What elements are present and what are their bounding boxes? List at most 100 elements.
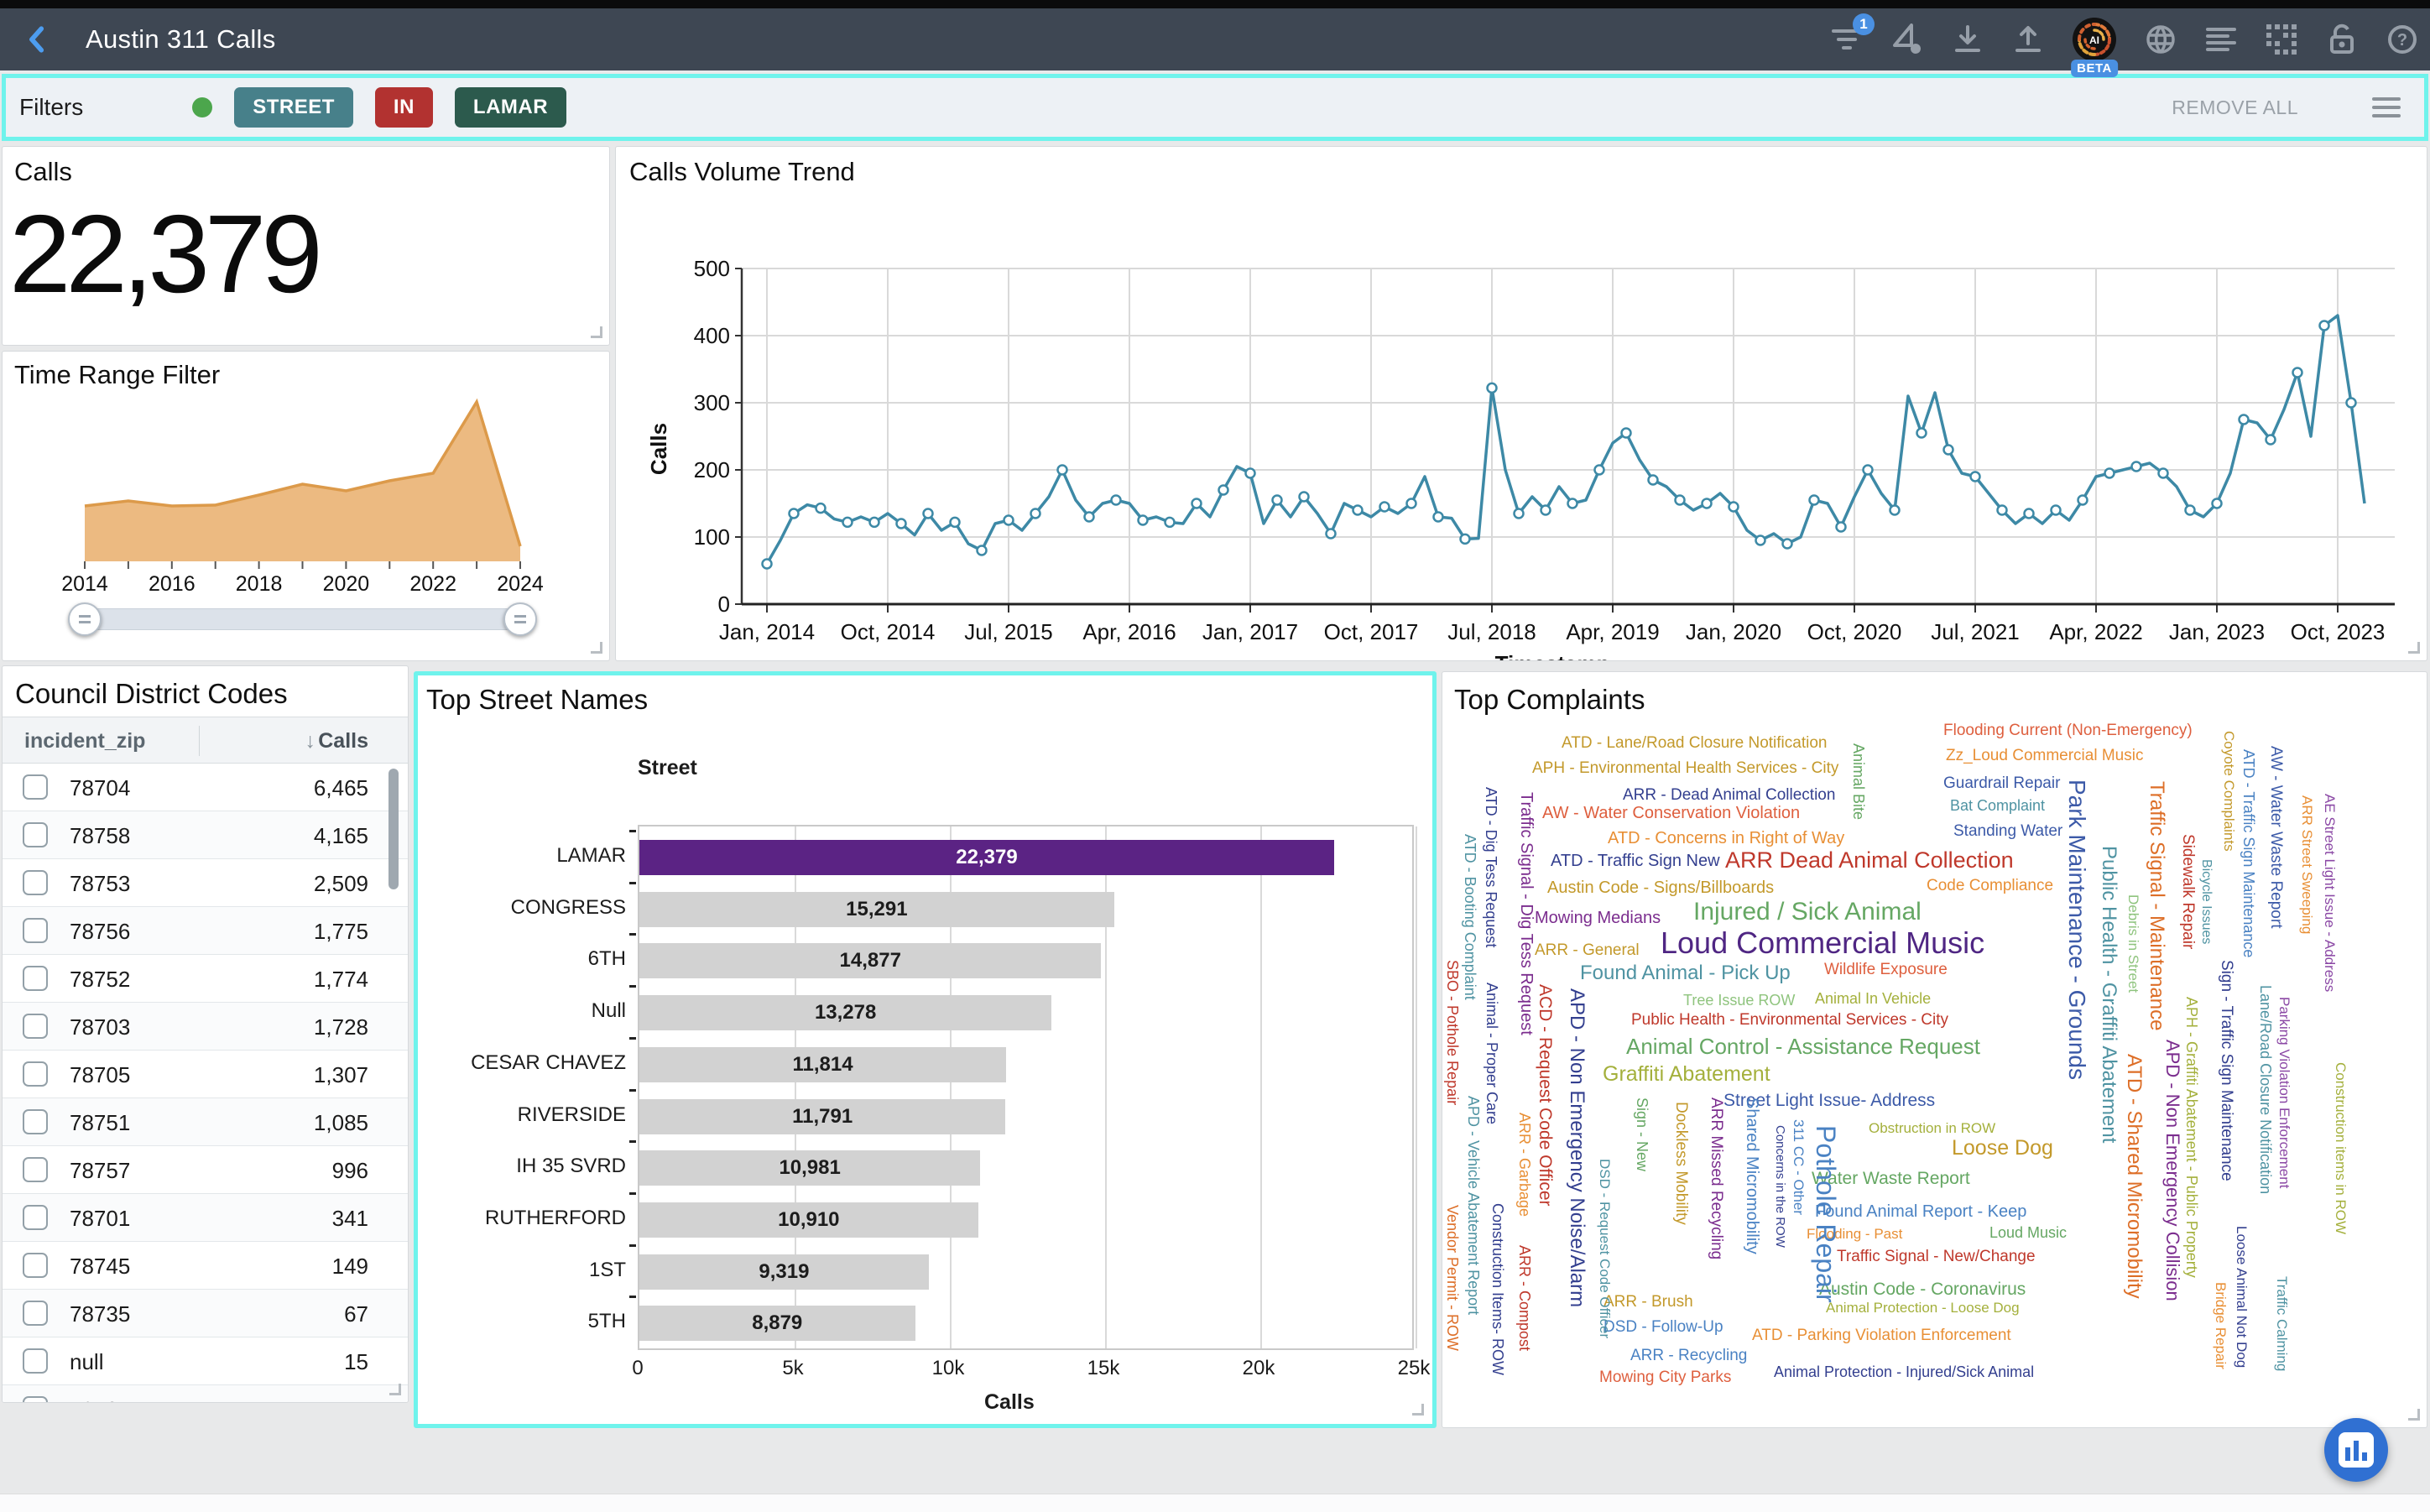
table-row[interactable]: 78701341	[3, 1194, 408, 1242]
download-icon[interactable]	[1952, 23, 1984, 55]
complaint-word[interactable]: Animal In Vehicle	[1815, 991, 1931, 1006]
complaint-word[interactable]: Coyote Complaints	[2222, 731, 2236, 852]
complaint-word[interactable]: Loose Animal Not Dog	[2234, 1226, 2249, 1368]
complaint-word[interactable]: ATD - Concerns in Right of Way	[1608, 830, 1844, 847]
complaint-word[interactable]: Parking Violation Enforcement	[2277, 997, 2292, 1188]
filter-chip-column[interactable]: STREET	[234, 87, 353, 128]
table-row[interactable]: 787584,165	[3, 811, 408, 859]
complaint-word[interactable]: ATD - Shared Micromobility	[2124, 1054, 2144, 1299]
complaint-word[interactable]: Sign - New	[1635, 1098, 1650, 1171]
ai-assistant-icon[interactable]: AI BETA	[2073, 18, 2116, 61]
table-row[interactable]: 787532,509	[3, 859, 408, 907]
complaint-word[interactable]: ATD - Dig Tess Request	[1484, 787, 1499, 947]
complaint-word[interactable]: Animal Protection - Injured/Sick Animal	[1774, 1364, 2034, 1379]
row-checkbox[interactable]	[23, 1301, 48, 1326]
slider-track[interactable]	[85, 608, 520, 630]
complaint-word[interactable]: APD - Non Emergency Noise/Alarm	[1567, 988, 1587, 1307]
complaint-word[interactable]: Public Health - Graffiti Abatement	[2099, 846, 2119, 1143]
complaint-word[interactable]: ARR Street Sweeping	[2300, 795, 2314, 934]
complaint-word[interactable]: ARR - Dead Animal Collection	[1623, 787, 1835, 803]
complaint-word[interactable]: ATD - Traffic Sign New	[1551, 852, 1720, 869]
complaint-word[interactable]: Obstruction in ROW	[1869, 1121, 1995, 1135]
complaint-word[interactable]: Zz_Loud Commercial Music	[1946, 748, 2143, 764]
complaint-word[interactable]: Loud Music	[1989, 1225, 2067, 1240]
filterbar-menu-icon[interactable]	[2372, 92, 2401, 123]
table-row[interactable]: 787561,775	[3, 907, 408, 955]
lock-icon[interactable]	[2326, 23, 2358, 55]
complaint-word[interactable]: Construction Items- ROW	[1490, 1203, 1505, 1375]
resize-handle[interactable]	[389, 1384, 401, 1395]
row-checkbox[interactable]	[23, 1396, 48, 1403]
complaint-word[interactable]: APH - Environmental Health Services - Ci…	[1532, 760, 1838, 776]
complaint-word[interactable]: ARR - Brush	[1603, 1294, 1693, 1310]
trend-line-chart[interactable]: 0100200300400500Jan, 2014Oct, 2014Jul, 2…	[616, 147, 2427, 661]
complaint-word[interactable]: Flooding Current (Non-Emergency)	[1943, 722, 2193, 738]
table-scrollbar[interactable]	[388, 769, 399, 889]
table-row[interactable]: 787521,774	[3, 955, 408, 1003]
complaint-word[interactable]: Shared Micromobility	[1744, 1098, 1760, 1254]
grid-icon[interactable]	[2266, 23, 2297, 55]
complaint-word[interactable]: ATD - Lane/Road Closure Notification	[1562, 735, 1827, 751]
complaint-word[interactable]: Animal Control - Assistance Request	[1626, 1035, 1980, 1057]
resize-handle[interactable]	[1412, 1404, 1424, 1416]
time-range-area-chart[interactable]: 201420162018202020222024	[3, 352, 610, 595]
row-checkbox[interactable]	[23, 1348, 48, 1374]
resize-handle[interactable]	[591, 642, 602, 654]
resize-handle[interactable]	[591, 326, 602, 338]
sort-descending-icon[interactable]: ↓	[305, 729, 316, 753]
complaint-word[interactable]: Standing Water	[1953, 823, 2062, 839]
complaint-word[interactable]: Dockless Mobility	[1673, 1102, 1689, 1225]
complaint-word[interactable]: Mowing Medians	[1535, 910, 1661, 926]
complaint-word[interactable]: Wildlife Exposure	[1824, 962, 1948, 978]
complaint-word[interactable]: APD - Vehicle Abatement Report	[1466, 1096, 1481, 1315]
complaint-word[interactable]: Vendor Permit - ROW	[1445, 1205, 1460, 1351]
row-checkbox[interactable]	[23, 1109, 48, 1134]
complaint-word[interactable]: Lane/Road Closure Notification	[2258, 985, 2273, 1194]
complaint-word[interactable]: Loud Commercial Music	[1661, 928, 1984, 958]
complaint-word[interactable]: Bat Complaint	[1950, 798, 2045, 813]
charts-fab-button[interactable]	[2324, 1418, 2388, 1482]
complaint-word[interactable]: Traffic Signal - New/Change	[1837, 1249, 2036, 1264]
list-icon[interactable]	[2205, 23, 2237, 55]
globe-icon[interactable]	[2145, 23, 2177, 55]
row-checkbox[interactable]	[23, 1157, 48, 1182]
row-checkbox[interactable]	[23, 822, 48, 847]
table-row[interactable]: 78745149	[3, 1242, 408, 1290]
slider-handle-left[interactable]	[68, 602, 102, 636]
complaint-word[interactable]: Debris in Street	[2126, 894, 2141, 993]
complaint-word[interactable]: ARR - General	[1535, 942, 1640, 958]
complaint-word[interactable]: Animal - Proper Care	[1484, 983, 1499, 1124]
row-checkbox[interactable]	[23, 1253, 48, 1278]
complaint-word[interactable]: Traffic Signal - Dig Tess Request	[1518, 792, 1535, 1035]
complaint-word[interactable]: ACD - Request Code Officer	[1536, 984, 1554, 1207]
row-checkbox[interactable]	[23, 1014, 48, 1039]
column-header-calls[interactable]: Calls	[318, 729, 368, 753]
complaint-word[interactable]: Traffic Signal - Maintenance	[2146, 781, 2167, 1030]
measure-settings-icon[interactable]	[1891, 23, 1923, 55]
table-row[interactable]: 787046,465	[3, 764, 408, 811]
complaint-word[interactable]: Animal Bite	[1851, 743, 1866, 820]
table-row[interactable]: 78757996	[3, 1146, 408, 1194]
complaint-word[interactable]: 311 CC - Other	[1791, 1119, 1806, 1215]
complaint-word[interactable]: Austin Code - Signs/Billboards	[1547, 879, 1774, 896]
table-row[interactable]: 787051,307	[3, 1051, 408, 1098]
complaint-word[interactable]: AW - Water Waste Report	[2268, 746, 2284, 928]
resize-handle[interactable]	[2408, 1409, 2420, 1421]
complaint-word[interactable]: Code Compliance	[1927, 878, 2053, 894]
back-icon[interactable]	[23, 25, 52, 54]
table-row[interactable]: 78707	[3, 1385, 408, 1403]
complaint-word[interactable]: Park Maintenance - Grounds	[2065, 779, 2088, 1080]
complaint-word[interactable]: APH - Graffiti Abatement - Public Proper…	[2184, 997, 2199, 1278]
complaint-word[interactable]: ARR - Garbage	[1517, 1113, 1532, 1217]
row-checkbox[interactable]	[23, 918, 48, 943]
table-row[interactable]: null15	[3, 1337, 408, 1385]
complaint-word[interactable]: Public Health - Environmental Services -…	[1631, 1012, 1948, 1028]
complaint-word[interactable]: APD - Non Emergency Collision	[2163, 1040, 2182, 1301]
complaint-word[interactable]: Sign - Traffic Sign Maintenance	[2219, 960, 2234, 1181]
complaint-word[interactable]: Concerns in the ROW	[1774, 1125, 1786, 1248]
resize-handle[interactable]	[2408, 642, 2420, 654]
complaint-word[interactable]: Injured / Sick Animal	[1693, 899, 1922, 925]
complaint-word[interactable]: ATD - Traffic Sign Maintenance	[2241, 749, 2256, 957]
complaint-word[interactable]: Found Animal - Pick Up	[1580, 963, 1791, 983]
row-checkbox[interactable]	[23, 1061, 48, 1087]
